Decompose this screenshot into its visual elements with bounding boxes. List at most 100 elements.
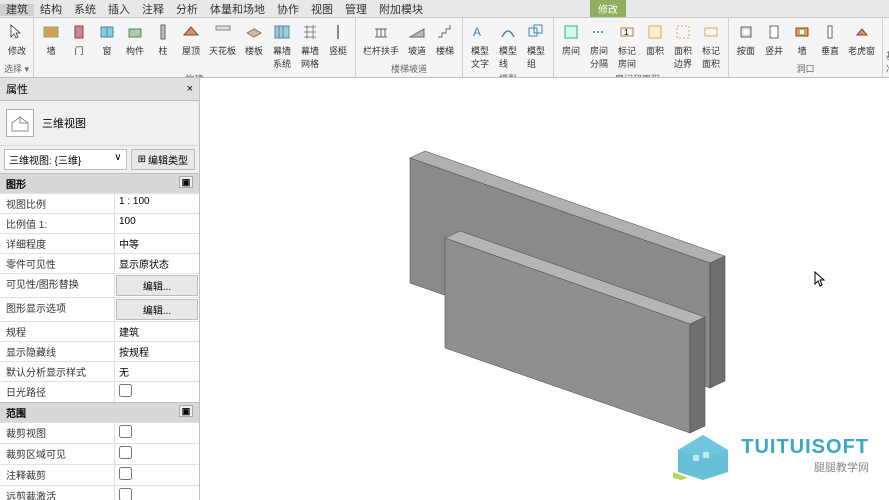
tool-areabound[interactable]: 面积边界: [669, 20, 697, 72]
tool-roomsep[interactable]: 房间分隔: [585, 20, 613, 72]
menu-item-7[interactable]: 协作: [271, 4, 305, 16]
prop-value[interactable]: 100: [115, 214, 199, 233]
prop-value[interactable]: 无: [115, 362, 199, 381]
floor-icon: [244, 22, 264, 42]
tool-stair[interactable]: 楼梯: [431, 20, 459, 59]
tool-label: 坡道: [408, 44, 426, 57]
menu-item-9[interactable]: 管理: [339, 4, 373, 16]
checkbox[interactable]: [119, 425, 132, 438]
grid-icon: [300, 22, 320, 42]
prop-section-header[interactable]: 图形▣: [0, 173, 199, 193]
tool-roof[interactable]: 屋顶: [177, 20, 205, 59]
tool-dormer[interactable]: 老虎窗: [844, 20, 879, 59]
tool-component[interactable]: 构件: [121, 20, 149, 59]
type-name: 三维视图: [42, 115, 86, 131]
ramp-icon: [407, 22, 427, 42]
collapse-icon[interactable]: ▣: [179, 176, 193, 188]
tool-modelline[interactable]: 模型线: [494, 20, 522, 72]
tool-curtain[interactable]: 幕墙系统: [268, 20, 296, 72]
tool-ceiling[interactable]: 天花板: [205, 20, 240, 59]
tool-door[interactable]: 门: [65, 20, 93, 59]
tool-owall[interactable]: 墙: [788, 20, 816, 59]
checkbox[interactable]: [119, 446, 132, 459]
type-row: 三维视图: {三维} ∨ ⊞ 编辑类型: [0, 145, 199, 173]
tool-modeltext[interactable]: A模型文字: [466, 20, 494, 72]
tool-modelgroup[interactable]: 模型组: [522, 20, 550, 72]
prop-edit-button[interactable]: 编辑...: [116, 275, 198, 296]
menu-bar: 建筑结构系统插入注释分析体量和场地协作视图管理附加模块 修改: [0, 0, 889, 18]
prop-label: 裁剪视图: [0, 423, 115, 443]
close-icon[interactable]: ×: [187, 83, 193, 95]
checkbox[interactable]: [119, 467, 132, 480]
panel-title: 属性: [6, 81, 28, 97]
menu-item-6[interactable]: 体量和场地: [204, 4, 271, 16]
modify-tab[interactable]: 修改: [590, 0, 626, 17]
prop-value[interactable]: 建筑: [115, 322, 199, 341]
prop-value[interactable]: 中等: [115, 234, 199, 253]
tool-mullion[interactable]: 竖梃: [324, 20, 352, 59]
tool-label: 老虎窗: [848, 44, 875, 57]
menu-item-3[interactable]: 插入: [102, 4, 136, 16]
menu-item-0[interactable]: 建筑: [0, 4, 34, 16]
tool-label: 屋顶: [182, 44, 200, 57]
tool-shaft[interactable]: 竖井: [760, 20, 788, 59]
group-label: 楼梯坡道: [359, 62, 459, 75]
collapse-icon[interactable]: ▣: [179, 405, 193, 417]
tool-area[interactable]: 面积: [641, 20, 669, 59]
canvas-viewport[interactable]: TUITUISOFT 腿腿教学网: [200, 78, 889, 500]
prop-row: 注释裁剪: [0, 464, 199, 485]
prop-value[interactable]: 显示原状态: [115, 254, 199, 273]
tool-label: 竖梃: [329, 44, 347, 57]
menu-item-2[interactable]: 系统: [68, 4, 102, 16]
type-selector[interactable]: 三维视图: [0, 101, 199, 145]
prop-value[interactable]: [115, 486, 199, 500]
tool-railing[interactable]: 栏杆扶手: [359, 20, 403, 59]
prop-value[interactable]: [115, 444, 199, 464]
ribbon-group-build: 墙门窗构件柱屋顶天花板楼板幕墙系统幕墙网格竖梃 构建: [34, 18, 356, 77]
tool-column[interactable]: 柱: [149, 20, 177, 59]
prop-row: 远剪裁激活: [0, 485, 199, 500]
prop-label: 规程: [0, 322, 115, 341]
menu-item-8[interactable]: 视图: [305, 4, 339, 16]
ribbon-group-select: 修改 选择 ▾: [0, 18, 34, 77]
svg-text:A: A: [473, 25, 481, 39]
prop-value[interactable]: [115, 382, 199, 402]
railing-icon: [371, 22, 391, 42]
checkbox[interactable]: [119, 384, 132, 397]
modify-tool[interactable]: 修改: [3, 20, 31, 59]
tool-areatag[interactable]: 标记面积: [697, 20, 725, 72]
menu-item-1[interactable]: 结构: [34, 4, 68, 16]
menu-item-5[interactable]: 分析: [170, 4, 204, 16]
prop-row: 可见性/图形替换编辑...: [0, 273, 199, 297]
tool-floor[interactable]: 楼板: [240, 20, 268, 59]
watermark-subtitle: 腿腿教学网: [741, 459, 869, 475]
tool-byface[interactable]: 按面: [732, 20, 760, 59]
tool-vertical[interactable]: 垂直: [816, 20, 844, 59]
areatag-icon: [701, 22, 721, 42]
prop-value[interactable]: [115, 465, 199, 485]
prop-value[interactable]: 1 : 100: [115, 194, 199, 213]
menu-item-10[interactable]: 附加模块: [373, 4, 429, 16]
watermark-logo-icon: [673, 430, 733, 480]
tool-grid[interactable]: 幕墙网格: [296, 20, 324, 72]
prop-edit-button[interactable]: 编辑...: [116, 299, 198, 320]
edit-type-button[interactable]: ⊞ 编辑类型: [131, 149, 195, 170]
tool-room[interactable]: 房间: [557, 20, 585, 59]
checkbox[interactable]: [119, 488, 132, 500]
type-dropdown[interactable]: 三维视图: {三维} ∨: [4, 149, 127, 170]
tool-wall[interactable]: 墙: [37, 20, 65, 59]
tool-ramp[interactable]: 坡道: [403, 20, 431, 59]
component-icon: [125, 22, 145, 42]
prop-value[interactable]: [115, 423, 199, 443]
prop-label: 显示隐藏线: [0, 342, 115, 361]
door-icon: [69, 22, 89, 42]
room-icon: [561, 22, 581, 42]
stair-icon: [435, 22, 455, 42]
menu-item-4[interactable]: 注释: [136, 4, 170, 16]
tool-roomtag[interactable]: 1标记房间: [613, 20, 641, 72]
prop-section-header[interactable]: 范围▣: [0, 402, 199, 422]
window-icon: [97, 22, 117, 42]
tool-window[interactable]: 窗: [93, 20, 121, 59]
tool-label: 模型组: [527, 44, 545, 70]
prop-value[interactable]: 按规程: [115, 342, 199, 361]
